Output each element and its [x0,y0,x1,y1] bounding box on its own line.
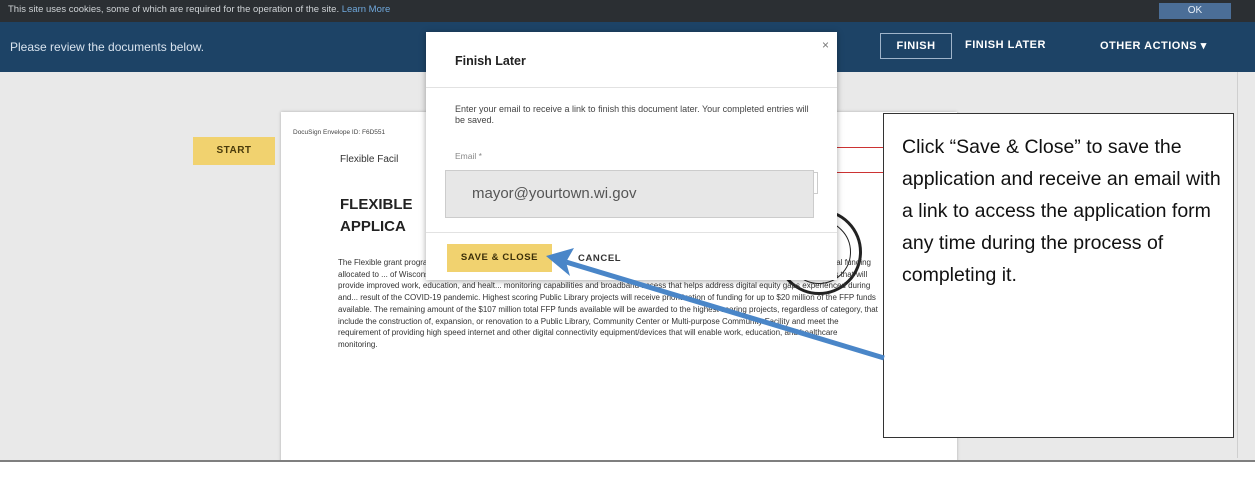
screenshot-stage: This site uses cookies, some of which ar… [0,0,1255,460]
pointer-arrow-icon [546,248,885,361]
bottom-rule [0,460,1255,462]
